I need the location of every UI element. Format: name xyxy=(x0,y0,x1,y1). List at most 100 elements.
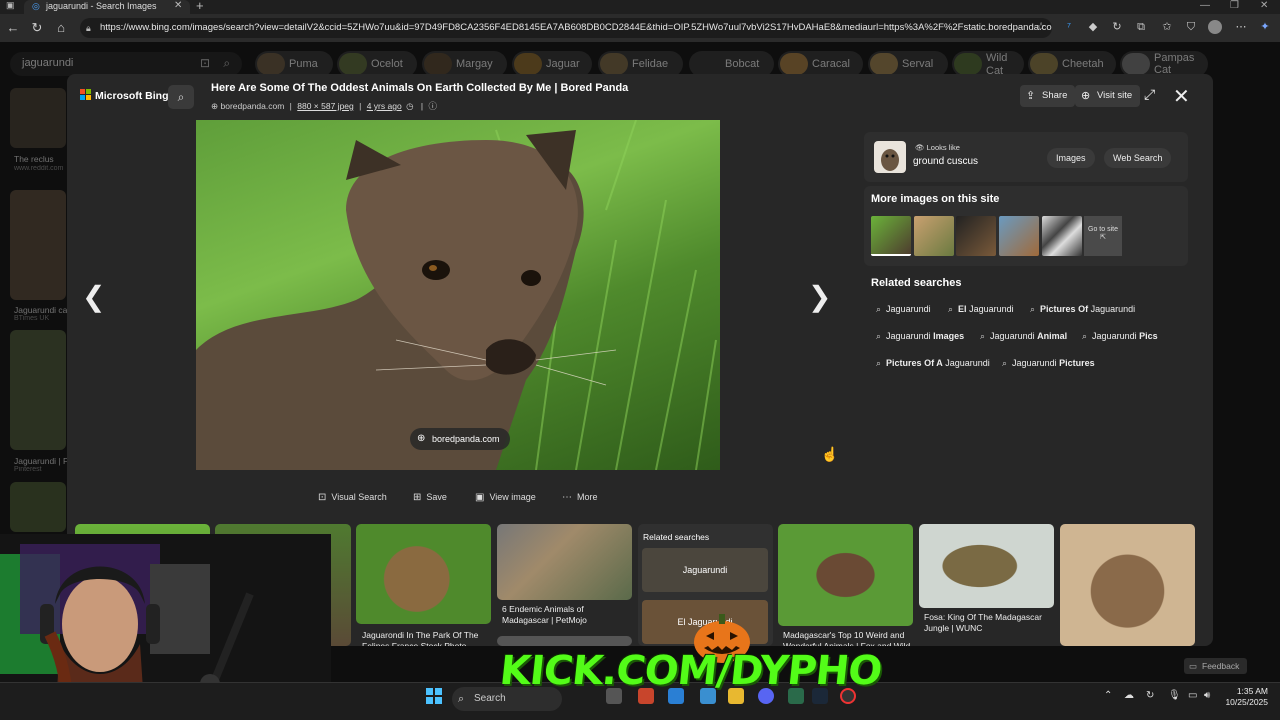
visit-site-button[interactable]: ⊕ Visit site xyxy=(1075,85,1141,107)
microsoft-bing-logo[interactable]: Microsoft Bing xyxy=(80,89,169,102)
sync-icon[interactable]: ↻ xyxy=(1146,690,1154,701)
extension-icon[interactable]: ⁷ xyxy=(1062,20,1076,34)
browser-tab[interactable]: ◎ jaguarundi - Search Images xyxy=(24,0,190,14)
external-link-icon: ⇱ xyxy=(1100,234,1106,241)
browser-essentials-icon[interactable]: ⛉ xyxy=(1184,20,1198,34)
maximize-icon[interactable]: ❐ xyxy=(1230,0,1239,11)
favorites-icon[interactable]: ✩ xyxy=(1160,20,1174,34)
similar-image-caption[interactable]: 6 Endemic Animals of Madagascar | PetMoj… xyxy=(502,604,630,626)
main-image-fossa[interactable] xyxy=(196,120,720,470)
similar-image[interactable] xyxy=(356,524,491,624)
fossa-illustration xyxy=(196,120,717,470)
volume-icon[interactable]: 🔊︎ xyxy=(1204,690,1210,701)
menu-dots-icon[interactable]: ⋯ xyxy=(1234,20,1248,34)
search-icon: ⌕ xyxy=(1030,304,1036,314)
similar-image-caption[interactable]: Madagascar's Top 10 Weird and Wonderful … xyxy=(783,630,911,646)
site-image-thumb[interactable] xyxy=(999,216,1039,256)
site-image-thumb[interactable] xyxy=(914,216,954,256)
show-hidden-icons-icon[interactable]: ⌃ xyxy=(1104,690,1112,701)
taskbar-clock[interactable]: 1:35 AM 10/25/2025 xyxy=(1220,686,1268,708)
url-text: https://www.bing.com/images/search?view=… xyxy=(100,22,1052,33)
close-modal-icon[interactable]: ✕ xyxy=(1173,84,1190,109)
new-tab-icon[interactable]: + xyxy=(196,0,204,13)
copilot-icon[interactable]: ✦ xyxy=(1258,20,1272,34)
clock-date: 10/25/2025 xyxy=(1225,697,1268,707)
view-image-button[interactable]: ▣ View image xyxy=(475,492,536,503)
similar-image[interactable] xyxy=(919,524,1054,608)
profile-avatar[interactable] xyxy=(1208,20,1222,34)
search-icon: ⌕ xyxy=(948,304,954,314)
similar-image[interactable] xyxy=(1060,524,1195,646)
next-image-icon[interactable]: ❯ xyxy=(808,280,831,313)
site-image-thumb[interactable] xyxy=(956,216,996,256)
related-search-item[interactable]: ⌕ Jaguarundi Images xyxy=(876,331,964,342)
refresh-extension-icon[interactable]: ↻ xyxy=(1110,20,1124,34)
related-search-item[interactable]: ⌕ Jaguarundi Animal xyxy=(980,331,1067,342)
tab-actions-icon[interactable]: ▣ xyxy=(6,0,15,11)
save-icon: ⊞ xyxy=(413,492,422,503)
visual-search-button[interactable]: ⊡ Visual Search xyxy=(318,492,387,503)
similar-image-caption[interactable]: Fosa: King Of The Madagascar Jungle | WU… xyxy=(924,612,1052,634)
save-button[interactable]: ⊞ Save xyxy=(413,492,447,503)
share-button[interactable]: ⇪ Share xyxy=(1020,85,1076,107)
globe-icon: ⊕ xyxy=(417,433,426,444)
looks-like-name[interactable]: ground cuscus xyxy=(913,156,978,167)
image-source-pill[interactable]: ⊕ boredpanda.com xyxy=(410,428,510,450)
close-window-icon[interactable]: ✕ xyxy=(1260,0,1268,11)
related-strip-title: Related searches xyxy=(643,532,710,542)
close-tab-icon[interactable]: ✕ xyxy=(174,0,182,11)
more-dots-icon: ⋯ xyxy=(562,492,572,503)
address-bar[interactable]: 🔒︎ https://www.bing.com/images/search?vi… xyxy=(80,18,1052,38)
windows-start-icon[interactable] xyxy=(426,688,442,704)
image-meta: ⊕ boredpanda.com | 880 × 587 jpeg | 4 yr… xyxy=(211,101,437,111)
share-icon: ⇪ xyxy=(1026,90,1036,102)
cloud-icon[interactable]: ☁ xyxy=(1124,690,1134,701)
site-image-thumb[interactable] xyxy=(1042,216,1082,256)
previous-image-icon[interactable]: ❮ xyxy=(82,280,105,313)
meta-age[interactable]: 4 yrs ago xyxy=(367,101,402,111)
image-title[interactable]: Here Are Some Of The Oddest Animals On E… xyxy=(211,82,628,94)
visit-label: Visit site xyxy=(1097,90,1133,101)
display-icon[interactable]: ▭ xyxy=(1188,690,1197,701)
meta-source[interactable]: boredpanda.com xyxy=(221,101,285,111)
related-search-item[interactable]: ⌕ El Jaguarundi xyxy=(948,304,1014,315)
visual-search-icon: ⊡ xyxy=(318,492,327,503)
related-searches-title: Related searches xyxy=(871,277,962,289)
back-icon[interactable]: ← xyxy=(4,19,22,37)
meta-size[interactable]: 880 × 587 jpeg xyxy=(297,101,353,111)
related-search-item[interactable]: ⌕ Pictures Of Jaguarundi xyxy=(1030,304,1135,315)
microphone-icon[interactable]: 🎙︎ xyxy=(1168,690,1181,701)
similar-image[interactable] xyxy=(497,524,632,600)
lock-icon: 🔒︎ xyxy=(86,23,91,33)
info-icon[interactable]: ⓘ xyxy=(428,101,437,111)
cuscus-illustration xyxy=(881,149,899,171)
refresh-icon[interactable]: ↻ xyxy=(28,19,46,37)
action-label: View image xyxy=(489,492,536,502)
favorite-star-icon[interactable]: ☆ xyxy=(1034,20,1048,34)
site-image-thumb[interactable] xyxy=(871,216,911,256)
microsoft-logo-icon xyxy=(80,89,92,101)
related-search-item[interactable]: ⌕ Pictures Of A Jaguarundi xyxy=(876,358,990,369)
globe-icon: ⊕ xyxy=(211,101,219,111)
related-search-item[interactable]: ⌕ Jaguarundi Pics xyxy=(1082,331,1158,342)
similar-image[interactable] xyxy=(778,524,913,626)
similar-image[interactable] xyxy=(497,636,632,646)
go-to-site-button[interactable]: Go to site ⇱ xyxy=(1084,216,1122,256)
web-search-button[interactable]: Web Search xyxy=(1104,148,1172,168)
feedback-button[interactable]: ▭ Feedback xyxy=(1184,658,1248,674)
extension-diamond-icon[interactable]: ◆ xyxy=(1086,20,1100,34)
related-search-item[interactable]: ⌕ Jaguarundi Pictures xyxy=(1002,358,1095,369)
modal-search-icon[interactable]: ⌕ xyxy=(168,85,194,109)
similar-image-caption[interactable]: Jaguarondi In The Park Of The Felines Fr… xyxy=(362,630,492,646)
split-screen-icon[interactable]: ⧉ xyxy=(1134,20,1148,34)
search-icon: ⌕ xyxy=(876,331,882,341)
looks-like-thumbnail[interactable] xyxy=(874,141,906,173)
home-icon[interactable]: ⌂ xyxy=(52,19,70,37)
expand-icon[interactable]: ⤢ xyxy=(1144,86,1155,103)
related-tile[interactable]: Jaguarundi xyxy=(642,548,768,592)
images-button[interactable]: Images xyxy=(1047,148,1095,168)
minimize-icon[interactable]: — xyxy=(1200,0,1210,11)
related-search-item[interactable]: ⌕ Jaguarundi xyxy=(876,304,931,315)
search-icon: ⌕ xyxy=(458,693,465,705)
more-button[interactable]: ⋯ More xyxy=(562,492,598,503)
